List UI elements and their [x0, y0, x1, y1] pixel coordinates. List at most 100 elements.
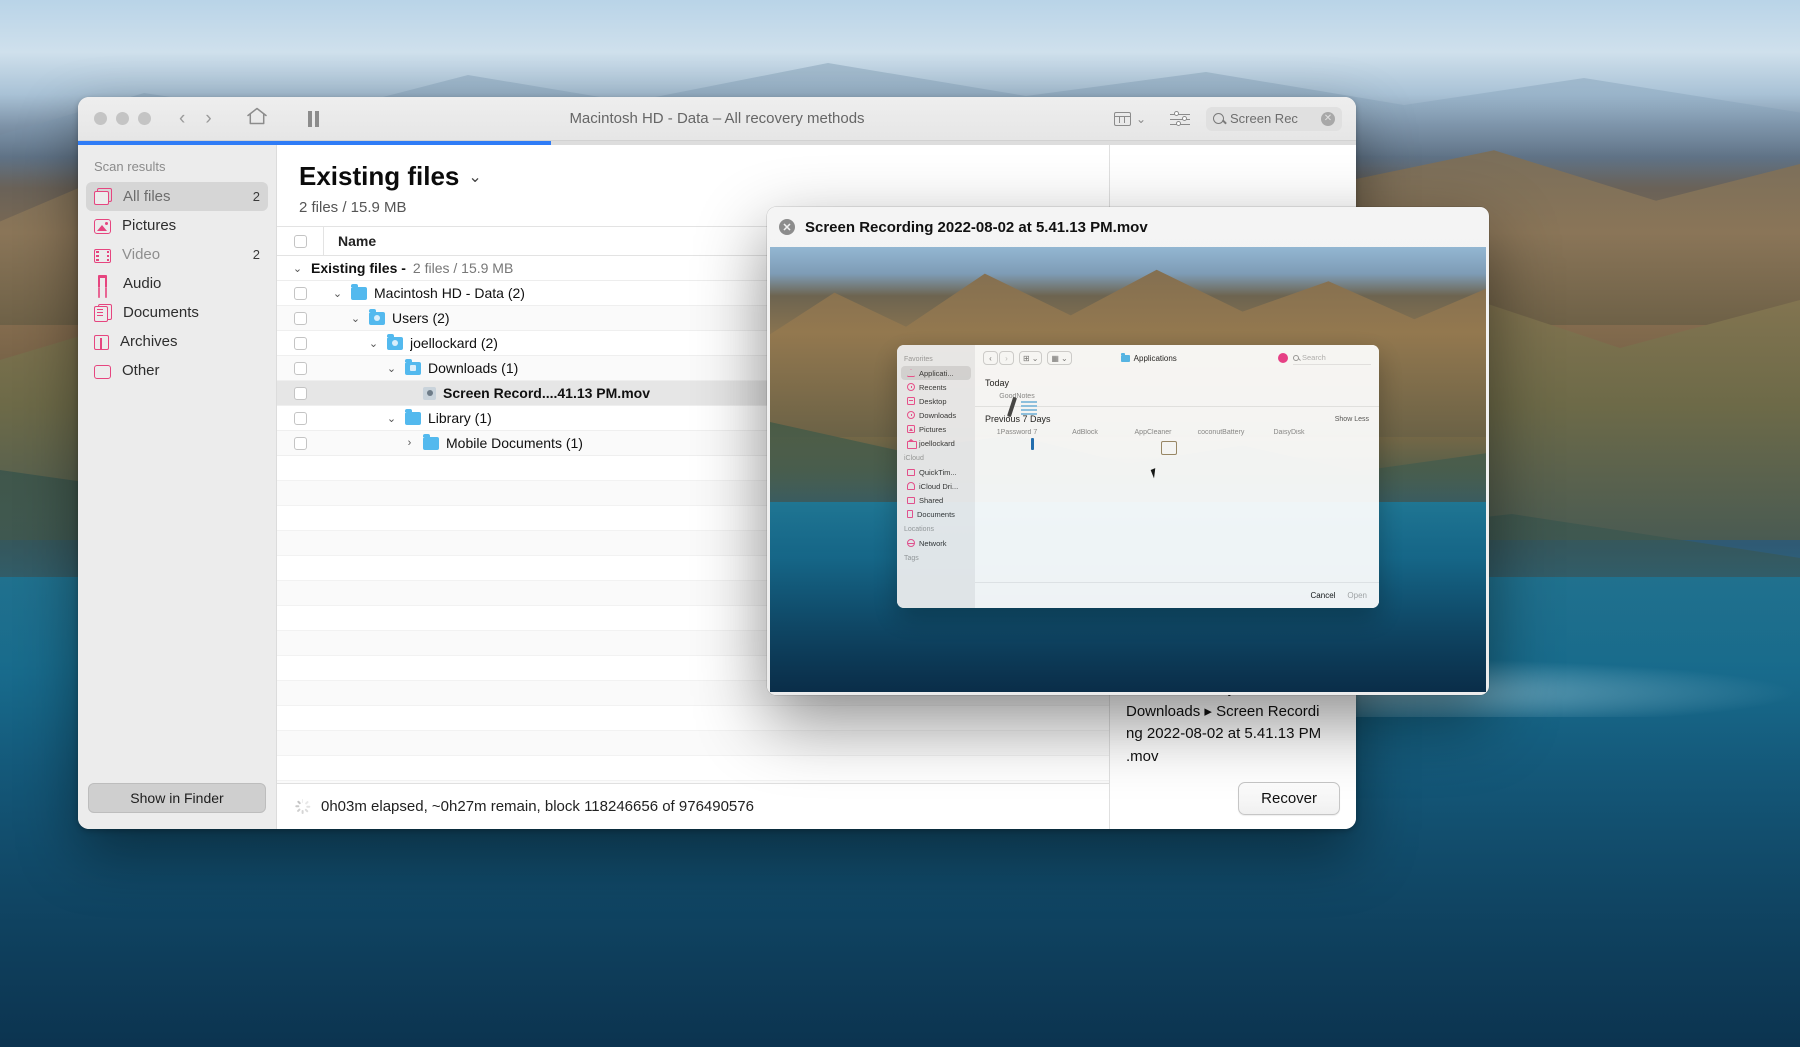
search-icon [1213, 113, 1224, 124]
forward-button[interactable]: › [205, 109, 211, 128]
finder-label: Downloads [919, 410, 957, 420]
row-twisty-icon[interactable]: ⌄ [385, 362, 398, 375]
sidebar-item-all-files[interactable]: All files 2 [86, 182, 268, 211]
search-input[interactable]: Screen Rec ✕ [1206, 106, 1342, 131]
clear-search-icon[interactable]: ✕ [1321, 111, 1335, 126]
row-checkbox[interactable] [293, 411, 307, 425]
row-name: Macintosh HD - Data (2) [374, 285, 525, 301]
video-frame[interactable]: Favorites Applicati... Recents Desktop D… [770, 247, 1486, 692]
empty-row [277, 706, 1109, 731]
app-tile[interactable]: AppCleaner [1119, 429, 1187, 436]
close-button[interactable] [94, 112, 107, 125]
nav-buttons[interactable]: ‹ › [179, 109, 212, 128]
row-twisty-icon[interactable]: ⌄ [367, 337, 380, 350]
sidebar-label-other: Other [122, 362, 160, 379]
mov-file-icon [423, 386, 436, 400]
sidebar-label-audio: Audio [123, 275, 162, 292]
row-name: Screen Record....41.13 PM.mov [443, 385, 650, 401]
folder-icon [405, 408, 421, 425]
pause-icon[interactable] [307, 110, 319, 127]
recover-button[interactable]: Recover [1238, 782, 1340, 815]
sidebar-item-pictures[interactable]: Pictures [86, 211, 268, 240]
finder-item-quicktime[interactable]: QuickTim... [901, 465, 971, 479]
finder-forward-button[interactable]: › [999, 351, 1014, 365]
view-mode-button[interactable]: ⌄ [1104, 108, 1156, 130]
app-tile[interactable]: 1Password 7 [983, 429, 1051, 436]
select-all-checkbox[interactable] [293, 234, 307, 248]
app-label: AdBlock [1072, 429, 1098, 436]
row-checkbox-cell[interactable] [277, 311, 323, 325]
row-checkbox-cell[interactable] [277, 411, 323, 425]
breadcrumb-label: Applications [1133, 353, 1177, 363]
show-less-button[interactable]: Show Less [1335, 416, 1369, 423]
all-files-icon [94, 188, 112, 205]
finder-breadcrumb[interactable]: Applications [1120, 352, 1288, 363]
row-checkbox[interactable] [293, 336, 307, 350]
video-icon [94, 248, 111, 263]
sidebar-item-other[interactable]: Other [86, 356, 268, 385]
finder-item-documents[interactable]: Documents [901, 507, 971, 521]
finder-search-input[interactable]: Search [1293, 352, 1371, 365]
app-tile[interactable]: DaisyDisk [1255, 429, 1323, 436]
row-checkbox[interactable] [293, 311, 307, 325]
row-twisty-icon[interactable]: ⌄ [331, 287, 344, 300]
back-button[interactable]: ‹ [179, 109, 185, 128]
finder-item-joellockard[interactable]: joellockard [901, 436, 971, 450]
app-tile[interactable]: GoodNotes [983, 393, 1051, 400]
finder-list-view-button[interactable]: ▦ ⌄ [1047, 351, 1072, 365]
finder-item-applications[interactable]: Applicati... [901, 366, 971, 380]
sidebar-item-archives[interactable]: Archives [86, 327, 268, 356]
finder-back-button[interactable]: ‹ [983, 351, 998, 365]
cancel-button[interactable]: Cancel [1311, 591, 1336, 600]
row-checkbox-cell[interactable] [277, 286, 323, 300]
window-titlebar: ‹ › Macintosh HD - Data – All recovery m… [78, 97, 1356, 141]
finder-item-downloads[interactable]: Downloads [901, 408, 971, 422]
show-in-finder-button[interactable]: Show in Finder [88, 783, 266, 813]
finder-item-pictures[interactable]: Pictures [901, 422, 971, 436]
app-tile[interactable]: coconutBattery [1187, 429, 1255, 436]
finder-item-recents[interactable]: Recents [901, 380, 971, 394]
empty-row [277, 781, 1109, 783]
sidebar-item-audio[interactable]: Audio [86, 269, 268, 298]
row-checkbox[interactable] [293, 386, 307, 400]
close-icon[interactable]: ✕ [779, 219, 795, 235]
finder-nav-buttons[interactable]: ‹ › [983, 351, 1014, 365]
row-checkbox-cell[interactable] [277, 386, 323, 400]
finder-content: ‹ › ⊞ ⌄ ▦ ⌄ Applications Search Today Go… [975, 345, 1379, 608]
finder-item-shared[interactable]: Shared [901, 493, 971, 507]
sliders-icon[interactable] [1170, 111, 1190, 127]
row-checkbox[interactable] [293, 286, 307, 300]
search-placeholder: Search [1302, 353, 1326, 362]
sidebar-item-video[interactable]: Video 2 [86, 240, 268, 269]
network-icon [907, 539, 915, 547]
audio-icon [94, 275, 112, 292]
row-checkbox[interactable] [293, 361, 307, 375]
finder-item-network[interactable]: Network [901, 536, 971, 550]
minimize-button[interactable] [116, 112, 129, 125]
row-twisty-icon[interactable]: › [403, 437, 416, 449]
group-twisty-icon[interactable]: ⌄ [291, 262, 304, 275]
page-title-chevron-icon[interactable]: ⌄ [468, 167, 481, 187]
row-twisty-icon[interactable]: ⌄ [385, 412, 398, 425]
row-checkbox-cell[interactable] [277, 436, 323, 450]
row-twisty-icon[interactable]: ⌄ [349, 312, 362, 325]
preview-titlebar: ✕ Screen Recording 2022-08-02 at 5.41.13… [767, 207, 1489, 247]
row-checkbox-cell[interactable] [277, 336, 323, 350]
app-tile[interactable]: AdBlock [1051, 429, 1119, 436]
chevron-down-icon: ⌄ [1031, 353, 1039, 363]
open-button[interactable]: Open [1347, 591, 1367, 600]
chevron-down-icon: ⌄ [1060, 353, 1068, 363]
row-checkbox-cell[interactable] [277, 361, 323, 375]
finder-app-grid-previous: 1Password 7 AdBlock AppCleaner coconutBa… [975, 424, 1379, 436]
home-icon[interactable] [246, 106, 268, 131]
progress-spinner-icon [294, 799, 310, 814]
finder-item-desktop[interactable]: Desktop [901, 394, 971, 408]
select-all-cell[interactable] [277, 234, 323, 248]
traffic-lights[interactable] [78, 112, 151, 125]
row-checkbox[interactable] [293, 436, 307, 450]
finder-icon-view-button[interactable]: ⊞ ⌄ [1019, 351, 1043, 365]
sidebar-item-documents[interactable]: Documents [86, 298, 268, 327]
maximize-button[interactable] [138, 112, 151, 125]
pictures-icon [94, 218, 111, 234]
finder-item-icloud-drive[interactable]: iCloud Dri... [901, 479, 971, 493]
